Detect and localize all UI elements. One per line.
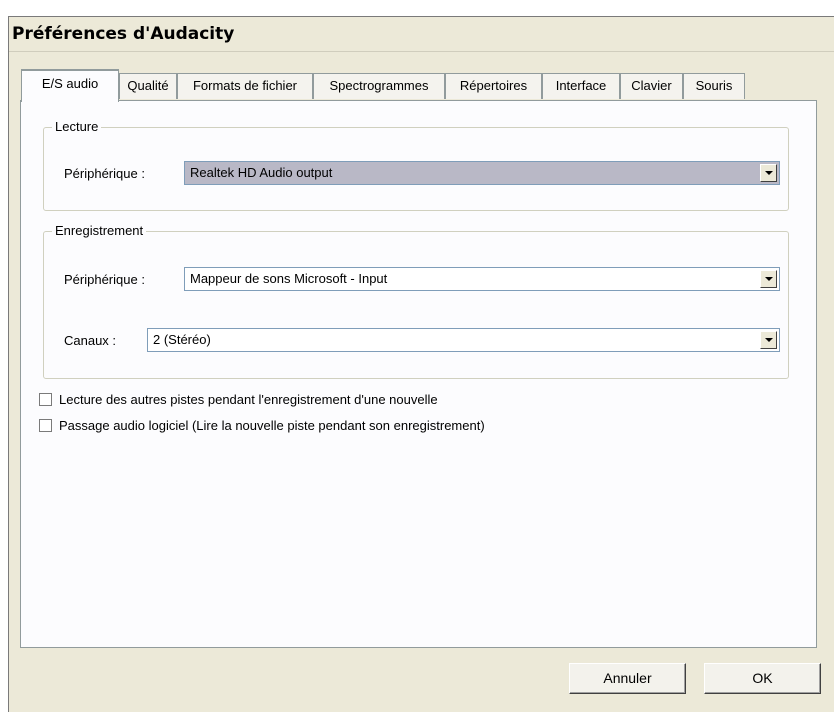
playback-device-select[interactable]: Realtek HD Audio output xyxy=(184,161,780,185)
tab-quality[interactable]: Qualité xyxy=(119,73,177,99)
recording-device-label: Périphérique : xyxy=(64,272,145,287)
recording-device-select[interactable]: Mappeur de sons Microsoft - Input xyxy=(184,267,780,291)
playback-device-value: Realtek HD Audio output xyxy=(190,165,333,180)
recording-group-legend: Enregistrement xyxy=(52,223,147,238)
channels-select[interactable]: 2 (Stéréo) xyxy=(147,328,780,352)
ok-button[interactable]: OK xyxy=(704,663,821,694)
playthrough-checkbox[interactable] xyxy=(39,419,52,432)
overdub-label: Lecture des autres pistes pendant l'enre… xyxy=(59,392,438,407)
overdub-checkbox[interactable] xyxy=(39,393,52,406)
recording-group: Enregistrement Périphérique : Mappeur de… xyxy=(43,223,789,379)
tab-keyboard[interactable]: Clavier xyxy=(620,73,683,99)
playback-group: Lecture Périphérique : Realtek HD Audio … xyxy=(43,119,789,211)
playback-group-legend: Lecture xyxy=(52,119,102,134)
tab-audio-io[interactable]: E/S audio xyxy=(21,69,119,102)
recording-device-value: Mappeur de sons Microsoft - Input xyxy=(190,271,388,286)
title-bar[interactable]: Préférences d'Audacity xyxy=(9,17,834,52)
tab-spectrograms[interactable]: Spectrogrammes xyxy=(313,73,445,99)
playthrough-label: Passage audio logiciel (Lire la nouvelle… xyxy=(59,418,485,433)
playback-device-label: Périphérique : xyxy=(64,166,145,181)
tab-file-formats[interactable]: Formats de fichier xyxy=(177,73,313,99)
chevron-down-icon[interactable] xyxy=(760,270,777,288)
chevron-down-icon[interactable] xyxy=(760,331,777,349)
window-title: Préférences d'Audacity xyxy=(12,24,235,44)
chevron-down-icon[interactable] xyxy=(760,164,777,182)
tab-directories[interactable]: Répertoires xyxy=(445,73,542,99)
channels-value: 2 (Stéréo) xyxy=(153,332,211,347)
tab-panel-audio-io: Lecture Périphérique : Realtek HD Audio … xyxy=(20,100,817,648)
channels-label: Canaux : xyxy=(64,333,117,348)
cancel-button[interactable]: Annuler xyxy=(569,663,686,694)
tab-interface[interactable]: Interface xyxy=(542,73,620,99)
tab-mouse[interactable]: Souris xyxy=(683,73,745,99)
preferences-window: Préférences d'Audacity E/S audio Qualité… xyxy=(8,16,834,712)
